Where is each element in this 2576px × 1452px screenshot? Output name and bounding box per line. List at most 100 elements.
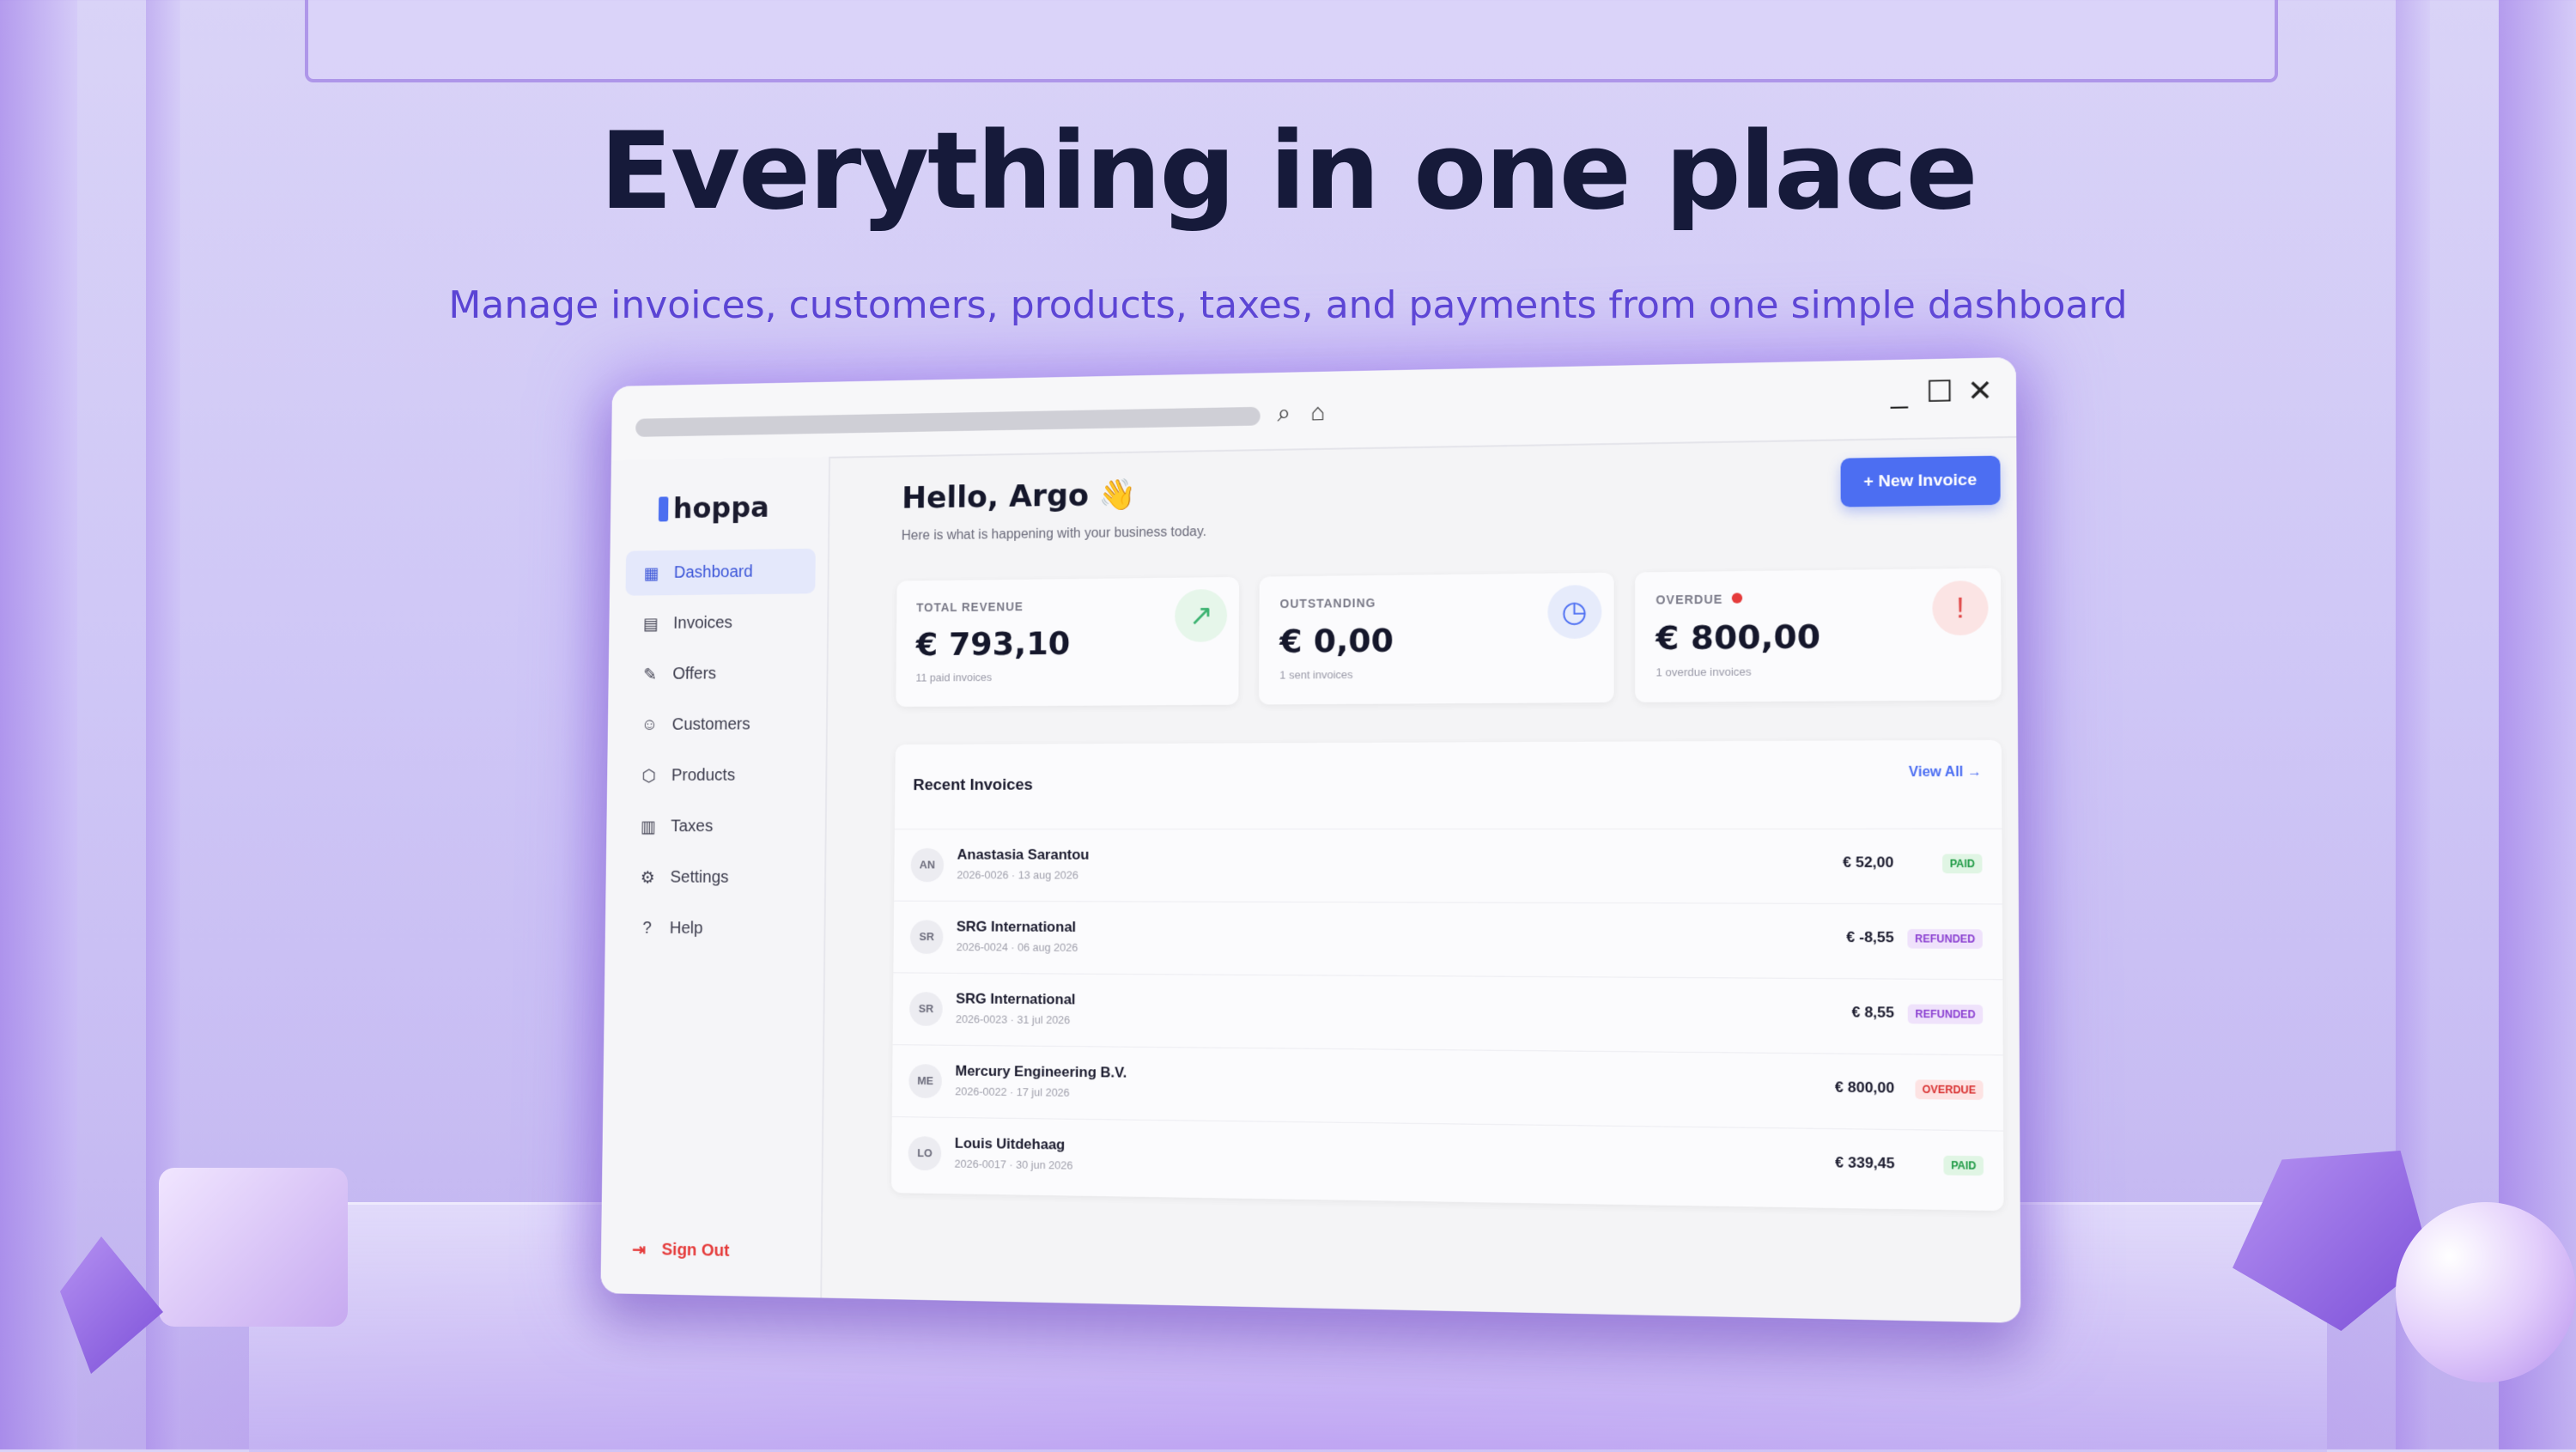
sidebar-item-help[interactable]: ? Help [621, 906, 811, 952]
search-icon[interactable]: ⌕ [1268, 398, 1299, 428]
sidebar: hoppa ▦ Dashboard ▤ Invoices ✎ Offers ☺ Cust… [600, 457, 830, 1298]
sidebar-item-label: Customers [672, 714, 750, 734]
avatar: SR [909, 992, 943, 1026]
minimize-button[interactable]: _ [1881, 375, 1917, 410]
stat-note: 11 paid invoices [915, 669, 1218, 683]
invoice-list: AN Anastasia Sarantou 2026-0026 · 13 aug… [891, 829, 2004, 1206]
sidebar-item-offers[interactable]: ✎ Offers [624, 650, 815, 696]
stat-value: € 793,10 [916, 623, 1219, 663]
new-invoice-button[interactable]: + New Invoice [1840, 456, 2000, 507]
invoice-meta: 2026-0024 · 06 aug 2026 [957, 940, 1078, 954]
main-content: Hello, Argo 👋 Here is what is happening … [820, 436, 2020, 1323]
page-headline: Everything in one place [0, 110, 2576, 234]
sidebar-item-customers[interactable]: ☺ Customers [623, 702, 814, 748]
app-logo[interactable]: hoppa [659, 491, 769, 526]
trending-up-icon: ↗ [1175, 589, 1227, 642]
clock-icon: ◷ [1547, 585, 1601, 639]
app-window: ⌕ ⌂ _ ☐ ✕ hoppa ▦ Dashboard ▤ Invoices ✎ Of… [600, 357, 2020, 1323]
sign-out-label: Sign Out [661, 1241, 729, 1261]
help-icon: ? [637, 919, 657, 938]
gear-icon: ⚙ [638, 866, 658, 887]
avatar: ME [908, 1064, 942, 1098]
edit-document-icon: ✎ [641, 664, 660, 684]
status-badge: PAID [1944, 1156, 1984, 1176]
customer-name: SRG International [957, 919, 1076, 936]
view-all-link[interactable]: View All → [1909, 765, 1982, 781]
customer-name: Anastasia Sarantou [957, 847, 1090, 864]
invoice-amount: € 800,00 [1835, 1078, 1894, 1097]
stat-value: € 0,00 [1279, 619, 1593, 659]
invoice-meta: 2026-0023 · 31 jul 2026 [956, 1012, 1070, 1026]
logo-mark-icon [659, 496, 669, 521]
customer-name: Louis Uitdehaag [955, 1135, 1066, 1154]
stat-label: TOTAL REVENUE [916, 598, 1219, 614]
sidebar-item-products[interactable]: ⬡ Products [623, 752, 814, 798]
alert-dot-icon [1732, 592, 1742, 603]
status-badge: REFUNDED [1908, 1005, 1983, 1024]
sidebar-item-label: Help [670, 919, 703, 939]
invoice-amount: € 339,45 [1835, 1154, 1894, 1173]
sidebar-item-label: Settings [670, 867, 728, 887]
avatar: AN [911, 848, 945, 882]
invoice-meta: 2026-0022 · 17 jul 2026 [955, 1084, 1070, 1098]
logo-text: hoppa [673, 491, 769, 526]
page-subheadline: Manage invoices, customers, products, ta… [0, 283, 2576, 327]
stat-label: OUTSTANDING [1280, 593, 1593, 611]
invoice-row[interactable]: LO Louis Uitdehaag 2026-0017 · 30 jun 20… [891, 1116, 2004, 1206]
maximize-button[interactable]: ☐ [1922, 374, 1958, 410]
home-icon[interactable]: ⌂ [1303, 397, 1334, 428]
invoice-row[interactable]: AN Anastasia Sarantou 2026-0026 · 13 aug… [894, 829, 2002, 904]
sign-out-icon: ⇥ [629, 1239, 649, 1261]
customer-name: Mercury Engineering B.V. [955, 1063, 1127, 1082]
invoice-row[interactable]: SR SRG International 2026-0023 · 31 jul … [893, 972, 2003, 1054]
recent-invoices-title: Recent Invoices [913, 776, 1033, 795]
customer-name: SRG International [956, 991, 1075, 1009]
grid-icon: ▦ [641, 562, 661, 583]
sidebar-nav: ▦ Dashboard ▤ Invoices ✎ Offers ☺ Customers … [621, 549, 816, 957]
stat-card-total-revenue: TOTAL REVENUE € 793,10 11 paid invoices … [896, 577, 1239, 707]
invoice-amount: € 8,55 [1851, 1004, 1894, 1022]
sidebar-item-taxes[interactable]: ▥ Taxes [623, 804, 813, 849]
stat-card-outstanding: OUTSTANDING € 0,00 1 sent invoices ◷ [1259, 573, 1613, 705]
alert-icon: ! [1932, 580, 1988, 635]
stat-value: € 800,00 [1656, 616, 1979, 657]
status-badge: REFUNDED [1908, 929, 1983, 949]
status-badge: OVERDUE [1915, 1079, 1984, 1100]
decor-sphere [2396, 1202, 2576, 1382]
stat-label: OVERDUE [1656, 589, 1979, 606]
sidebar-item-dashboard[interactable]: ▦ Dashboard [625, 549, 815, 596]
sidebar-item-label: Products [671, 766, 735, 786]
status-badge: PAID [1942, 854, 1982, 874]
avatar: LO [908, 1136, 941, 1170]
receipt-icon: ▥ [639, 816, 659, 836]
stat-note: 1 overdue invoices [1656, 663, 1979, 678]
invoice-meta: 2026-0017 · 30 jun 2026 [955, 1157, 1073, 1172]
address-bar[interactable] [635, 407, 1261, 437]
close-button[interactable]: ✕ [1962, 374, 1998, 410]
sidebar-item-invoices[interactable]: ▤ Invoices [625, 599, 815, 646]
top-frame [305, 0, 2278, 82]
greeting-subtitle: Here is what is happening with your busi… [902, 525, 1206, 544]
invoice-row[interactable]: SR SRG International 2026-0024 · 06 aug … [893, 901, 2002, 980]
decor-cube [159, 1168, 348, 1327]
greeting-title: Hello, Argo 👋 [902, 477, 1137, 515]
stat-label-text: OVERDUE [1656, 592, 1722, 607]
invoice-amount: € -8,55 [1846, 929, 1893, 947]
invoice-amount: € 52,00 [1843, 854, 1893, 872]
invoice-meta: 2026-0026 · 13 aug 2026 [957, 868, 1078, 881]
sidebar-item-label: Dashboard [674, 562, 753, 582]
document-icon: ▤ [641, 613, 661, 634]
sidebar-item-label: Invoices [673, 613, 732, 633]
invoice-row[interactable]: ME Mercury Engineering B.V. 2026-0022 · … [892, 1044, 2003, 1130]
recent-invoices-panel: Recent Invoices View All → AN Anastasia … [891, 740, 2004, 1211]
stats-row: TOTAL REVENUE € 793,10 11 paid invoices … [896, 568, 2002, 708]
sign-out-button[interactable]: ⇥ Sign Out [629, 1239, 730, 1262]
sidebar-item-label: Taxes [671, 817, 713, 835]
box-icon: ⬡ [639, 765, 659, 786]
sidebar-item-settings[interactable]: ⚙ Settings [622, 854, 812, 900]
stat-note: 1 sent invoices [1279, 666, 1593, 682]
users-icon: ☺ [640, 715, 659, 734]
sidebar-item-label: Offers [672, 664, 716, 683]
avatar: SR [910, 920, 944, 954]
stat-card-overdue: OVERDUE € 800,00 1 overdue invoices ! [1635, 568, 2002, 702]
